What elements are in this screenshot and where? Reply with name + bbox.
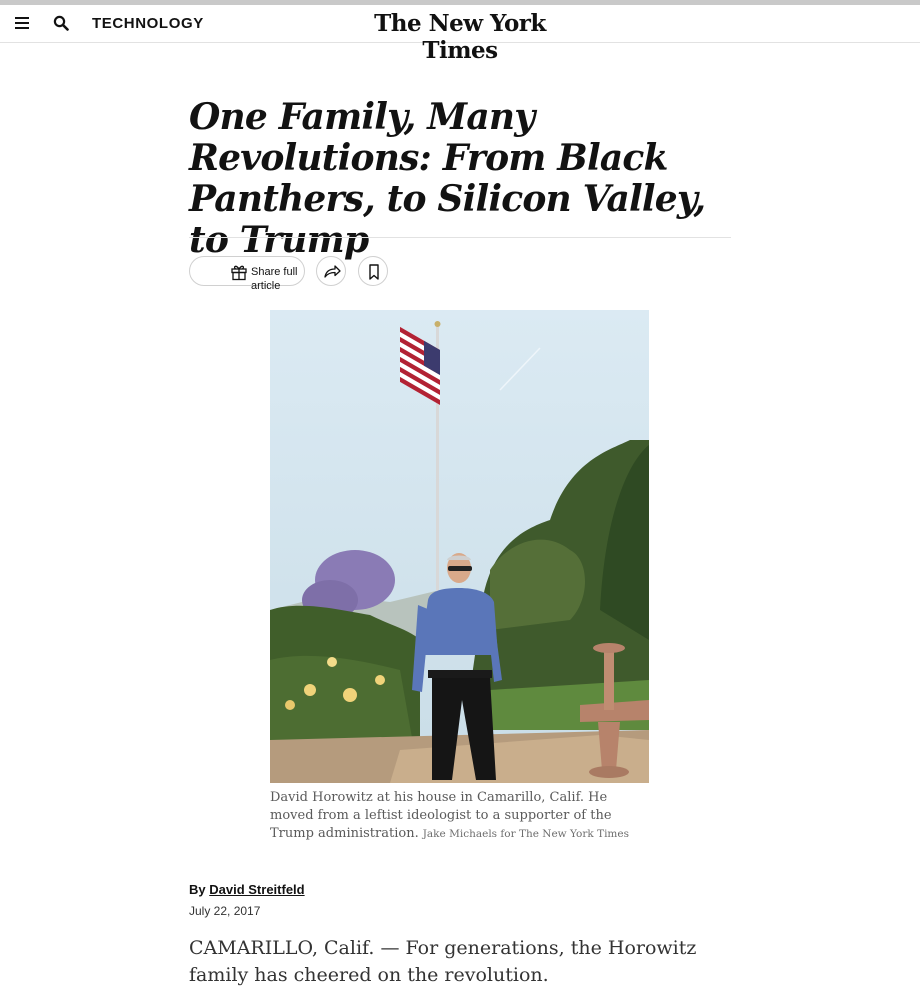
byline-prefix: By: [189, 882, 206, 897]
share-full-article-button[interactable]: Share full article: [189, 256, 305, 292]
masthead: TECHNOLOGY The New York Times: [0, 5, 920, 64]
article-photo: [270, 310, 649, 783]
gift-icon: [231, 265, 247, 281]
byline: By David Streitfeld: [189, 882, 305, 897]
share-arrow-button[interactable]: [316, 256, 346, 286]
article-lede: CAMARILLO, Calif. — For generations, the…: [189, 937, 697, 986]
bookmark-icon: [369, 264, 379, 280]
author-link[interactable]: David Streitfeld: [209, 882, 304, 897]
save-bookmark-button[interactable]: [358, 256, 388, 286]
photo-caption: David Horowitz at his house in Camarillo…: [270, 789, 630, 843]
hamburger-menu-icon[interactable]: [15, 17, 29, 29]
photo-credit: Jake Michaels for The New York Times: [422, 828, 629, 840]
nyt-logo[interactable]: The New York Times: [360, 10, 560, 64]
publish-date: July 22, 2017: [189, 904, 261, 918]
share-arrow-icon: [324, 265, 341, 278]
search-icon[interactable]: [53, 15, 69, 31]
section-link-technology[interactable]: TECHNOLOGY: [92, 15, 204, 32]
divider: [189, 237, 731, 238]
share-full-article-label: Share full article: [251, 266, 298, 292]
